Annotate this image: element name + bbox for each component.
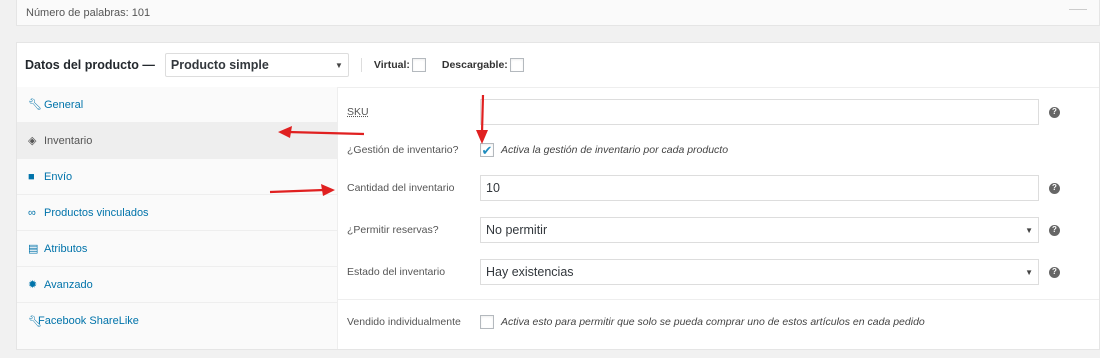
sku-label: SKU [347, 106, 369, 118]
backorders-select[interactable]: No permitir ▼ [480, 217, 1039, 243]
stock-qty-input[interactable]: 10 [480, 175, 1039, 201]
word-count-bar: Número de palabras: 101 [16, 0, 1100, 26]
link-icon: ∞ [28, 206, 36, 219]
annotation-arrow-left [278, 126, 365, 138]
annotation-arrow-down [476, 94, 488, 144]
tab-atributos[interactable]: ▤ Atributos [17, 231, 337, 267]
stock-status-select[interactable]: Hay existencias ▼ [480, 259, 1039, 285]
backorders-row: ¿Permitir reservas? No permitir ▼ ? [337, 217, 1099, 243]
sold-individually-checkbox[interactable] [480, 315, 494, 329]
stock-status-row: Estado del inventario Hay existencias ▼ … [337, 259, 1099, 285]
sku-input[interactable] [480, 99, 1039, 125]
tab-label: Facebook ShareLike [38, 315, 139, 327]
backorders-label: ¿Permitir reservas? [347, 224, 439, 236]
tab-label: Avanzado [44, 278, 93, 291]
resize-handle[interactable] [1069, 9, 1087, 11]
tab-label: General [44, 98, 84, 111]
help-icon[interactable]: ? [1049, 182, 1060, 194]
stock-status-label: Estado del inventario [347, 266, 446, 278]
divider [337, 299, 1099, 300]
list-icon: ▤ [28, 243, 39, 255]
sold-individually-label: Vendido individualmente [347, 316, 461, 328]
gear-icon: ✹ [28, 279, 38, 291]
tab-general[interactable]: 🔧︎ General [17, 87, 337, 123]
wrench-icon: 🔧︎ [28, 99, 42, 111]
inventory-fields: SKU ? ¿Gestión de inventario? ✔ Activa l… [337, 87, 1099, 349]
help-icon[interactable]: ? [1049, 224, 1060, 236]
chevron-down-icon: ▼ [334, 60, 343, 70]
manage-stock-row: ¿Gestión de inventario? ✔ Activa la gest… [337, 141, 1099, 159]
tab-label: Productos vinculados [44, 206, 149, 219]
sold-individually-row: Vendido individualmente Activa esto para… [337, 313, 1099, 331]
word-count: Número de palabras: 101 [26, 6, 151, 19]
panel-title: Datos del producto — [25, 58, 155, 72]
downloadable-label: Descargable: [441, 59, 508, 71]
stock-status-value: Hay existencias [486, 265, 574, 279]
tab-avanzado[interactable]: ✹ Avanzado [17, 267, 337, 303]
tab-productos-vinculados[interactable]: ∞ Productos vinculados [17, 195, 337, 231]
tab-label: Envío [44, 170, 73, 183]
product-data-panel: Datos del producto — Producto simple ▼ V… [16, 42, 1100, 350]
tab-label: Inventario [44, 134, 93, 147]
chevron-down-icon: ▼ [1025, 225, 1033, 235]
stock-qty-row: Cantidad del inventario 10 ? [337, 175, 1099, 201]
tab-label: Atributos [44, 242, 88, 255]
product-type-value: Producto simple [170, 58, 269, 72]
downloadable-checkbox[interactable] [509, 58, 524, 72]
backorders-value: No permitir [486, 223, 548, 237]
product-type-select[interactable]: Producto simple ▼ [164, 53, 349, 77]
sold-individually-description: Activa esto para permitir que solo se pu… [501, 316, 925, 328]
divider [360, 58, 362, 72]
tag-icon: ◈ [28, 135, 37, 147]
manage-stock-description: Activa la gestión de inventario por cada… [501, 144, 729, 156]
virtual-checkbox[interactable] [411, 58, 426, 72]
manage-stock-label: ¿Gestión de inventario? [347, 144, 459, 156]
tab-facebook-sharelike[interactable]: 🔧︎ Facebook ShareLike [17, 303, 337, 339]
sku-row: SKU ? [337, 99, 1099, 125]
annotation-arrow-right [269, 184, 335, 196]
help-icon[interactable]: ? [1049, 266, 1060, 278]
stock-qty-label: Cantidad del inventario [347, 182, 455, 194]
virtual-label: Virtual: [373, 59, 410, 71]
manage-stock-checkbox[interactable]: ✔ [480, 143, 494, 157]
wrench-icon: 🔧︎ [28, 315, 42, 328]
truck-icon: ■ [28, 170, 35, 183]
chevron-down-icon: ▼ [1025, 267, 1033, 277]
panel-header: Datos del producto — Producto simple ▼ V… [17, 43, 1099, 88]
help-icon[interactable]: ? [1049, 106, 1060, 118]
